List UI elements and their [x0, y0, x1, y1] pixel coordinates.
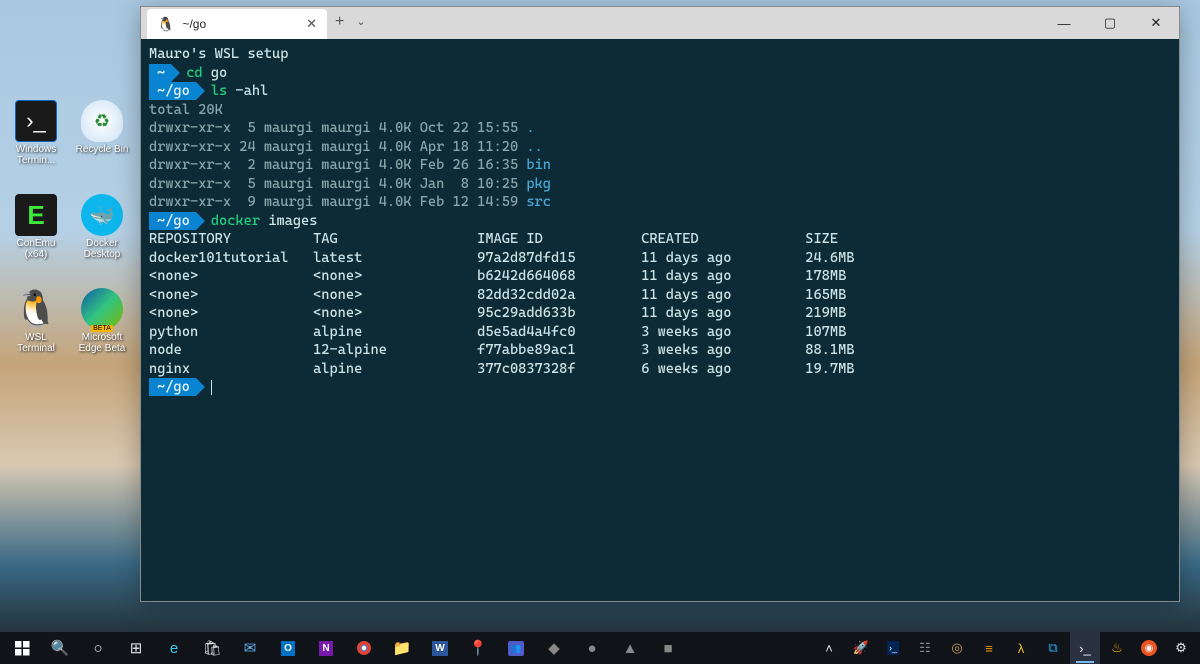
tab-close-icon[interactable]: ✕	[306, 16, 317, 32]
taskbar-mail[interactable]: ✉	[232, 632, 268, 664]
prompt-arrow-icon	[171, 64, 180, 82]
desktop-icon-docker[interactable]: 🐳Docker Desktop	[72, 194, 132, 260]
ls-row: drwxr-xr-x 5 maurgi maurgi 4.0K Oct 22 1…	[149, 119, 1171, 138]
tray-app[interactable]: ◎	[942, 632, 972, 664]
tab-title: ~/go	[182, 17, 206, 31]
docker-row: <none> <none> 95c29add633b 11 days ago 2…	[149, 304, 1171, 323]
terminal-window: 🐧 ~/go ✕ + ⌄ — ▢ ✕ Mauro's WSL setup ~ c…	[140, 6, 1180, 602]
desktop-icon-windows-terminal[interactable]: ›_Windows Termin...	[6, 100, 66, 166]
prompt-row: ~/go	[149, 378, 1171, 396]
terminal-banner: Mauro's WSL setup	[149, 45, 1171, 64]
docker-output: REPOSITORY TAG IMAGE ID CREATED SIZEdock…	[149, 230, 1171, 378]
taskbar-chrome[interactable]	[346, 632, 382, 664]
desktop-icon-recycle-bin[interactable]: Recycle Bin	[72, 100, 132, 166]
docker-row: docker101tutorial latest 97a2d87dfd15 11…	[149, 249, 1171, 268]
taskview-button[interactable]: ⊞	[118, 632, 154, 664]
terminal-body[interactable]: Mauro's WSL setup ~ cd go ~/go ls -ahl t…	[141, 39, 1179, 601]
tux-icon: 🐧	[157, 16, 174, 33]
prompt-row: ~ cd go	[149, 64, 1171, 83]
cortana-button[interactable]: ○	[80, 632, 116, 664]
window-titlebar[interactable]: 🐧 ~/go ✕ + ⌄ — ▢ ✕	[141, 7, 1179, 39]
desktop-icon-conemu[interactable]: EConEmu (x64)	[6, 194, 66, 260]
maximize-button[interactable]: ▢	[1087, 7, 1133, 39]
search-button[interactable]: 🔍	[42, 632, 78, 664]
ls-output: drwxr-xr-x 5 maurgi maurgi 4.0K Oct 22 1…	[149, 119, 1171, 212]
prompt-row: ~/go docker images	[149, 212, 1171, 231]
desktop-icon-edge-beta[interactable]: Microsoft Edge Beta	[72, 288, 132, 354]
docker-row: <none> <none> 82dd32cdd02a 11 days ago 1…	[149, 286, 1171, 305]
docker-row: <none> <none> b6242d664068 11 days ago 1…	[149, 267, 1171, 286]
ls-row: drwxr-xr-x 5 maurgi maurgi 4.0K Jan 8 10…	[149, 175, 1171, 194]
ls-total: total 20K	[149, 101, 1171, 120]
taskbar-app[interactable]: ▲	[612, 632, 648, 664]
close-button[interactable]: ✕	[1133, 7, 1179, 39]
docker-row: node 12-alpine f77abbe89ac1 3 weeks ago …	[149, 341, 1171, 360]
minimize-button[interactable]: —	[1041, 7, 1087, 39]
ls-row: drwxr-xr-x 9 maurgi maurgi 4.0K Feb 12 1…	[149, 193, 1171, 212]
ls-row: drwxr-xr-x 2 maurgi maurgi 4.0K Feb 26 1…	[149, 156, 1171, 175]
docker-row: nginx alpine 377c0837328f 6 weeks ago 19…	[149, 360, 1171, 379]
taskbar-onenote[interactable]: N	[308, 632, 344, 664]
tray-settings[interactable]: ⚙	[1166, 632, 1196, 664]
taskbar-app[interactable]: W	[422, 632, 458, 664]
tray-sublime[interactable]: ≡	[974, 632, 1004, 664]
system-tray: ˄ 🚀 ›_ ☷ ◎ ≡ λ ⧉ ›_ ♨ ◉ ⚙	[814, 632, 1196, 664]
tray-overflow[interactable]: ˄	[814, 632, 844, 664]
tray-lambda[interactable]: λ	[1006, 632, 1036, 664]
desktop-icons: ›_Windows Termin... Recycle Bin EConEmu …	[6, 100, 136, 382]
tray-app[interactable]: 🚀	[846, 632, 876, 664]
ls-row: drwxr-xr-x 24 maurgi maurgi 4.0K Apr 18 …	[149, 138, 1171, 157]
taskbar-app[interactable]: ■	[650, 632, 686, 664]
start-button[interactable]	[4, 632, 40, 664]
tray-vscode[interactable]: ⧉	[1038, 632, 1068, 664]
tab-dropdown-icon[interactable]: ⌄	[352, 7, 369, 36]
taskbar-outlook[interactable]: O	[270, 632, 306, 664]
taskbar-app[interactable]: ◆	[536, 632, 572, 664]
taskbar-maps[interactable]: 📍	[460, 632, 496, 664]
prompt-arrow-icon	[196, 212, 205, 230]
taskbar-explorer[interactable]: 📁	[384, 632, 420, 664]
taskbar-edge[interactable]: e	[156, 632, 192, 664]
docker-row: python alpine d5e5ad4a4fc0 3 weeks ago 1…	[149, 323, 1171, 342]
taskbar: 🔍 ○ ⊞ e 🛍 ✉ O N 📁 W 📍 👥 ◆ ● ▲ ■ ˄ 🚀 ›_ ☷…	[0, 632, 1200, 664]
docker-header: REPOSITORY TAG IMAGE ID CREATED SIZE	[149, 230, 1171, 249]
prompt-arrow-icon	[196, 378, 205, 396]
tray-terminal-active[interactable]: ›_	[1070, 632, 1100, 664]
tab-active[interactable]: 🐧 ~/go ✕	[147, 9, 327, 39]
taskbar-teams[interactable]: 👥	[498, 632, 534, 664]
cursor	[211, 380, 212, 395]
prompt-arrow-icon	[196, 82, 205, 100]
tray-app[interactable]: ☷	[910, 632, 940, 664]
tray-ubuntu[interactable]: ◉	[1134, 632, 1164, 664]
prompt-row: ~/go ls -ahl	[149, 82, 1171, 101]
tray-app[interactable]: ♨	[1102, 632, 1132, 664]
taskbar-app[interactable]: ●	[574, 632, 610, 664]
taskbar-store[interactable]: 🛍	[194, 632, 230, 664]
desktop-icon-wsl-terminal[interactable]: 🐧WSL Terminal	[6, 288, 66, 354]
new-tab-button[interactable]: +	[327, 7, 352, 37]
tray-powershell[interactable]: ›_	[878, 632, 908, 664]
